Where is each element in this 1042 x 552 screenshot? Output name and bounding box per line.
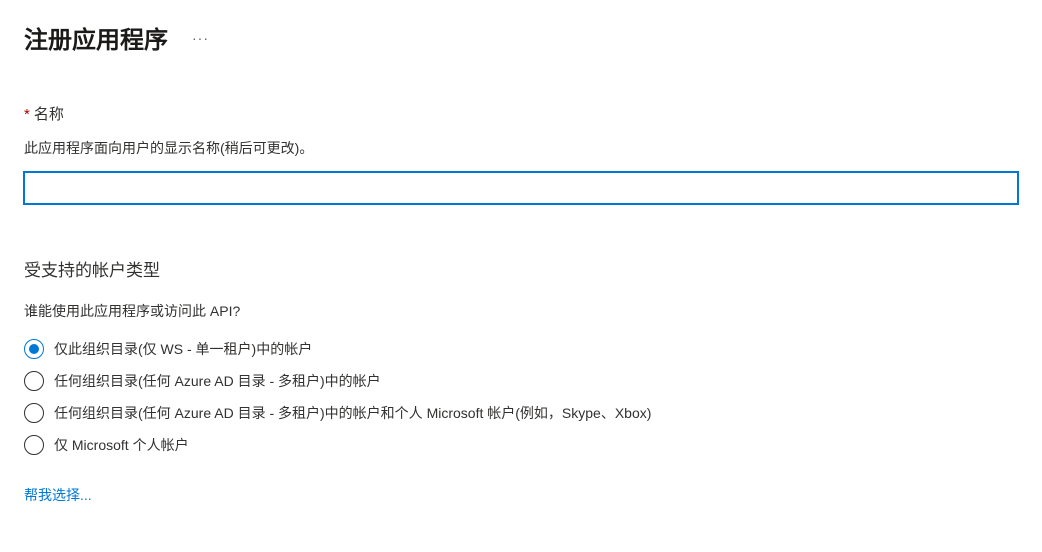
account-types-question: 谁能使用此应用程序或访问此 API? <box>24 301 1018 321</box>
name-label: 名称 <box>34 106 64 123</box>
radio-option-single-tenant[interactable]: 仅此组织目录(仅 WS - 单一租户)中的帐户 <box>24 339 1018 359</box>
required-star: * <box>24 106 30 123</box>
radio-indicator <box>24 435 44 455</box>
radio-label: 任何组织目录(任何 Azure AD 目录 - 多租户)中的帐户 <box>54 371 381 391</box>
radio-option-multi-tenant[interactable]: 任何组织目录(任何 Azure AD 目录 - 多租户)中的帐户 <box>24 371 1018 391</box>
more-icon[interactable]: ··· <box>192 30 209 46</box>
radio-label: 仅此组织目录(仅 WS - 单一租户)中的帐户 <box>54 339 312 359</box>
radio-indicator <box>24 371 44 391</box>
title-row: 注册应用程序 ··· <box>24 20 1018 55</box>
radio-indicator <box>24 403 44 423</box>
radio-indicator <box>24 339 44 359</box>
name-label-row: *名称 <box>24 103 1018 124</box>
radio-option-multi-tenant-personal[interactable]: 任何组织目录(任何 Azure AD 目录 - 多租户)中的帐户和个人 Micr… <box>24 403 1018 423</box>
radio-label: 任何组织目录(任何 Azure AD 目录 - 多租户)中的帐户和个人 Micr… <box>54 403 651 423</box>
account-types-heading: 受支持的帐户类型 <box>24 256 1018 281</box>
name-help: 此应用程序面向用户的显示名称(稍后可更改)。 <box>24 138 1018 158</box>
name-input[interactable] <box>24 172 1018 204</box>
account-types-radio-group: 仅此组织目录(仅 WS - 单一租户)中的帐户 任何组织目录(任何 Azure … <box>24 339 1018 455</box>
page-title: 注册应用程序 <box>24 20 168 55</box>
radio-option-personal-only[interactable]: 仅 Microsoft 个人帐户 <box>24 435 1018 455</box>
radio-label: 仅 Microsoft 个人帐户 <box>54 435 189 455</box>
help-me-choose-link[interactable]: 帮我选择... <box>24 487 92 503</box>
